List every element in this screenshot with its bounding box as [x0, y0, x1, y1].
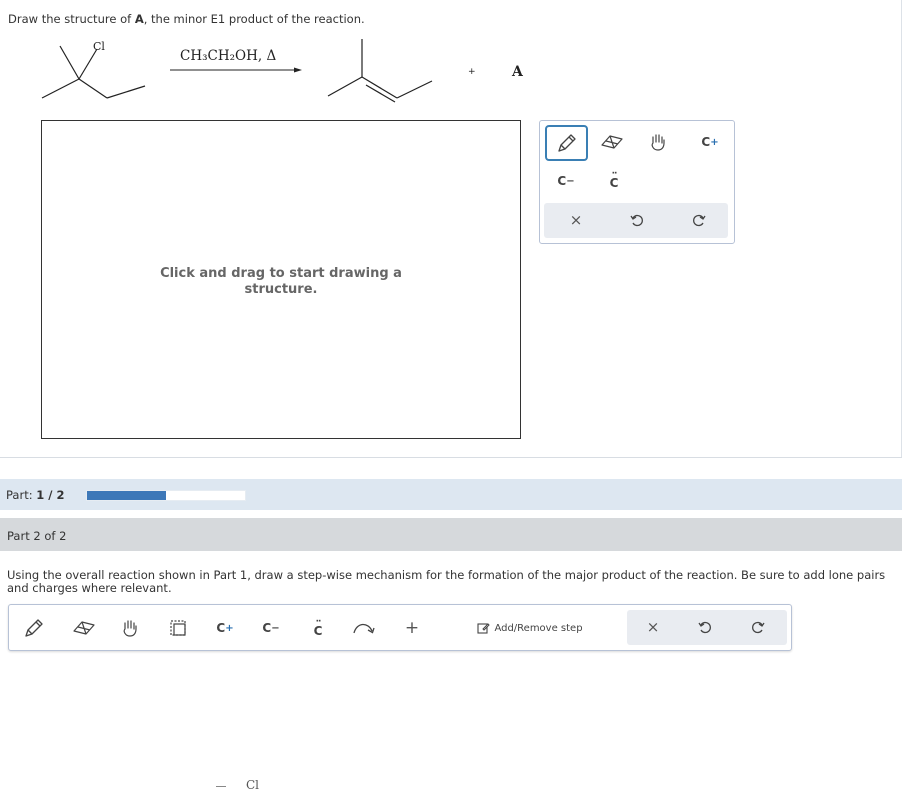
drawing-toolbar: C + C − ·· C ×: [539, 120, 735, 244]
part-progress-bar[interactable]: Part: 1 / 2: [0, 479, 902, 510]
drawing-canvas[interactable]: Click and drag to start drawing a struct…: [41, 120, 521, 439]
pencil-icon: [557, 134, 576, 152]
clear-button[interactable]: ×: [562, 207, 590, 233]
eraser-tool-button[interactable]: [598, 129, 626, 155]
lone-pair-button[interactable]: ·· C: [600, 165, 628, 193]
redo-button-2[interactable]: [744, 614, 772, 640]
part-label: Part: 1 / 2: [6, 488, 65, 502]
carbocation-button[interactable]: C +: [695, 128, 725, 156]
redo-button[interactable]: [685, 207, 713, 233]
curved-arrow-button[interactable]: [349, 615, 379, 641]
right-edge-divider: [901, 0, 902, 457]
redo-icon: [752, 621, 765, 634]
clear-icon: ×: [569, 211, 583, 229]
eraser-icon: [73, 621, 95, 635]
reaction-conditions: CH₃CH₂OH, Δ: [180, 48, 276, 64]
partial-bond: [216, 786, 226, 787]
reaction-plus: +: [468, 67, 476, 77]
select-tool-button[interactable]: [165, 615, 191, 641]
marquee-select-icon: [170, 620, 186, 636]
curved-arrow-icon: [353, 623, 375, 634]
alkene-product-structure: [327, 39, 433, 103]
product-a-label: A: [511, 64, 524, 80]
undo-icon: [630, 214, 643, 227]
undo-button[interactable]: [623, 207, 651, 233]
pencil-icon: [25, 619, 43, 637]
hand-tool-button[interactable]: [644, 128, 672, 156]
lone-pair-button-2[interactable]: ·· C: [304, 612, 332, 642]
carbanion-button[interactable]: C −: [552, 168, 580, 194]
hand-icon: [651, 134, 665, 151]
partial-cl-label: Cl: [246, 778, 260, 792]
question-text: Draw the structure of A, the minor E1 pr…: [8, 12, 365, 26]
redo-icon: [693, 214, 706, 227]
eraser-tool-button-2[interactable]: [69, 615, 99, 641]
reaction-scheme: Cl CH₃CH₂OH, Δ + A: [41, 39, 524, 103]
reactant-cl-label: Cl: [93, 40, 105, 53]
add-remove-step-button[interactable]: Add/Remove step: [475, 617, 585, 639]
eraser-icon: [601, 135, 623, 149]
undo-button-2[interactable]: [691, 614, 719, 640]
carbanion-button-2[interactable]: C −: [256, 614, 286, 642]
canvas-hint: Click and drag to start drawing a struct…: [160, 266, 402, 297]
edit-icon: [477, 622, 491, 634]
carbocation-button-2[interactable]: C +: [210, 614, 240, 642]
clear-icon: ×: [646, 618, 660, 636]
mechanism-toolbar: C + C − ·· C + Add/Remove step ×: [8, 604, 792, 651]
clear-button-2[interactable]: ×: [639, 614, 667, 640]
section-divider: [0, 457, 902, 458]
plus-button[interactable]: +: [399, 614, 425, 642]
pencil-tool-button[interactable]: [545, 125, 588, 161]
progress-track: [86, 490, 246, 501]
undo-icon: [698, 621, 711, 634]
progress-fill: [87, 491, 166, 500]
reactant-structure: [41, 45, 146, 99]
toolbar2-secondary: ×: [627, 610, 787, 645]
part2-header: Part 2 of 2: [0, 518, 902, 551]
part2-instructions: Using the overall reaction shown in Part…: [7, 568, 886, 595]
toolbar-secondary-row: ×: [544, 203, 728, 238]
pencil-tool-button-2[interactable]: [19, 614, 49, 642]
hand-icon: [123, 620, 137, 637]
part2-label: Part 2 of 2: [7, 529, 67, 543]
hand-tool-button-2[interactable]: [116, 614, 144, 642]
reaction-arrow: [170, 67, 302, 73]
